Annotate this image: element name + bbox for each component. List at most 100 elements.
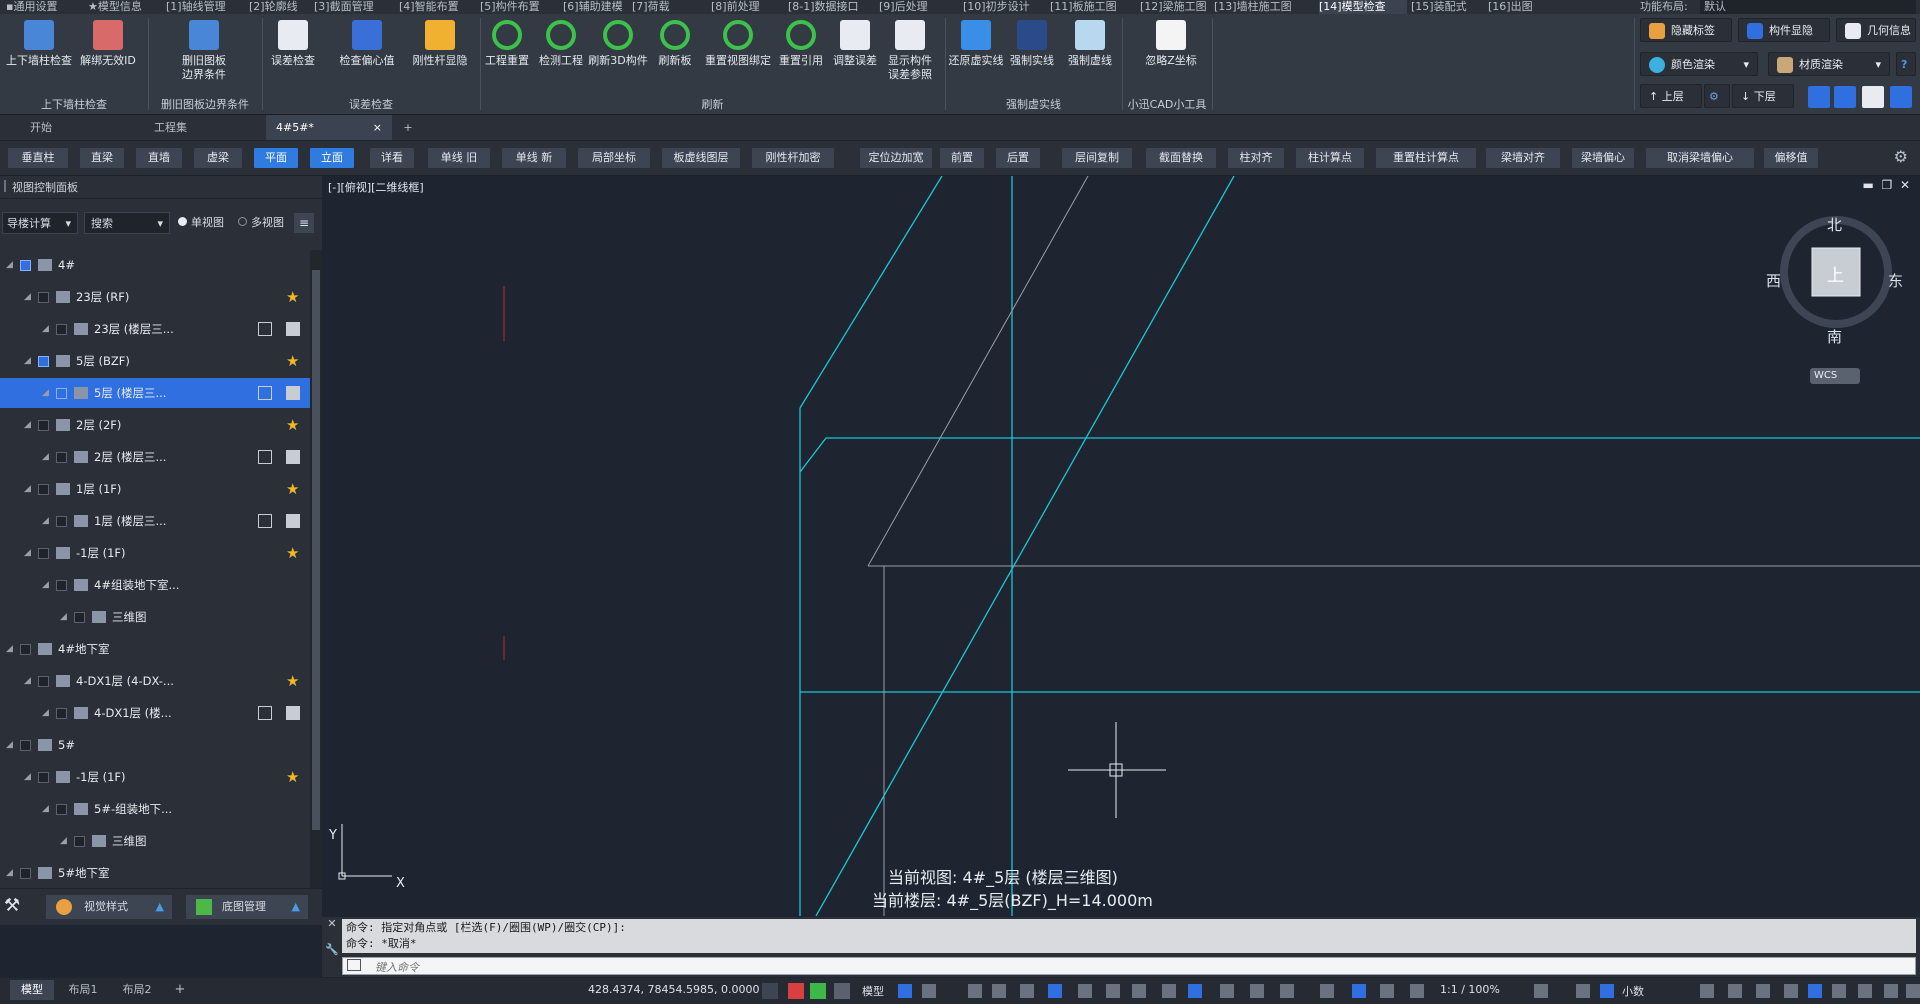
toolbar-button-0[interactable]: 垂直柱 [8, 148, 68, 168]
ribbon-button-0[interactable]: 上下墙柱检查 [2, 20, 76, 68]
toolbar-button-4[interactable]: 平面 [254, 148, 298, 168]
menu-item-7[interactable]: [6]辅助建模 [563, 0, 627, 14]
status-toggle-icon[interactable] [968, 984, 982, 998]
expand-icon[interactable]: ◢ [6, 858, 13, 888]
expand-icon[interactable]: ◢ [24, 282, 31, 312]
save-icon[interactable] [286, 450, 300, 464]
compass-south[interactable]: 南 [1827, 326, 1842, 347]
compass-north[interactable]: 北 [1827, 214, 1842, 235]
status-toggle-icon[interactable] [898, 984, 912, 998]
tree-item[interactable]: ◢ 5# [0, 730, 310, 760]
calc-dropdown[interactable]: 导楼计算 ▾ [2, 212, 78, 234]
tree-scrollbar[interactable] [310, 250, 322, 890]
toolbar-button-7[interactable]: 单线 旧 [428, 148, 490, 168]
toolbar-button-8[interactable]: 单线 新 [502, 148, 566, 168]
toolbar-button-11[interactable]: 刚性杆加密 [752, 148, 834, 168]
star-icon[interactable]: ★ [286, 538, 299, 568]
ribbon-button-8[interactable]: 刷新3D构件 [586, 20, 650, 68]
status-toggle-icon[interactable] [1534, 984, 1548, 998]
expand-icon[interactable]: ◢ [24, 666, 31, 696]
tree-item[interactable]: ◢ 23层 (RF) ★ [0, 282, 310, 312]
down-floor-button[interactable]: ↓ 下层 [1732, 84, 1794, 108]
tree-checkbox[interactable] [38, 548, 49, 559]
command-input-box[interactable] [342, 957, 1916, 976]
close-icon[interactable]: ✕ [327, 917, 336, 930]
expand-icon[interactable]: ◢ [42, 378, 49, 408]
select-icon[interactable] [788, 983, 804, 999]
status-toggle-icon[interactable] [1048, 984, 1062, 998]
radio-multi-view[interactable]: 多视图 [238, 212, 284, 234]
save-icon[interactable] [286, 386, 300, 400]
status-toggle-icon[interactable] [1700, 984, 1714, 998]
tree-checkbox[interactable] [20, 740, 31, 751]
tree-checkbox[interactable] [74, 612, 85, 623]
tree-item[interactable]: ◢ 4#地下室 [0, 634, 310, 664]
expand-icon[interactable]: ◢ [6, 730, 13, 760]
tree-item[interactable]: ◢ 三维图 [0, 826, 310, 856]
menu-item-10[interactable]: [8-1]数据接口 [788, 0, 872, 14]
menu-item-18[interactable]: [16]出图 [1488, 0, 1550, 14]
expand-icon[interactable]: ◢ [6, 634, 13, 664]
expand-icon[interactable]: ◢ [60, 826, 67, 856]
edit-icon[interactable] [258, 386, 272, 400]
menu-item-13[interactable]: [11]板施工图 [1050, 0, 1136, 14]
toolbar-button-21[interactable]: 梁墙偏心 [1572, 148, 1634, 168]
expand-icon[interactable]: ◢ [42, 314, 49, 344]
status-toggle-icon[interactable] [1884, 984, 1898, 998]
menu-item-3[interactable]: [2]轮廓线 [249, 0, 309, 14]
ribbon-button-13[interactable]: 显示构件 误差参照 [880, 20, 940, 82]
ribbon-button-12[interactable]: 调整误差 [828, 20, 882, 68]
help-button[interactable]: ? [1896, 52, 1916, 76]
ribbon-button-14[interactable]: 还原虚实线 [946, 20, 1006, 68]
ribbon-button-2[interactable]: 删旧图板 边界条件 [152, 20, 256, 82]
toolbar-button-1[interactable]: 直梁 [80, 148, 124, 168]
tree-item[interactable]: ◢ 4-DX1层 (4-DX-... ★ [0, 666, 310, 696]
add-layout-button[interactable]: + [172, 980, 188, 1000]
gear-icon[interactable]: ⚙ [1894, 147, 1908, 166]
edit-icon[interactable] [258, 450, 272, 464]
toolbar-button-2[interactable]: 直墙 [136, 148, 182, 168]
base-map-button[interactable]: 底图管理 ▲ [186, 895, 308, 919]
toolbar-button-17[interactable]: 柱对齐 [1228, 148, 1284, 168]
tree-checkbox[interactable] [56, 708, 67, 719]
ribbon-button-7[interactable]: 检测工程 [534, 20, 588, 68]
ribbon-button-9[interactable]: 刷新板 [648, 20, 702, 68]
tree-item[interactable]: ◢ 4# [0, 250, 310, 280]
tab-start[interactable]: 开始 [0, 115, 140, 140]
star-icon[interactable]: ★ [286, 282, 299, 312]
tab-project-set[interactable]: 工程集 [140, 115, 266, 140]
menu-icon[interactable]: ≡ [294, 213, 314, 233]
toolbar-button-10[interactable]: 板虚线图层 [662, 148, 740, 168]
status-toggle-icon[interactable] [1220, 984, 1234, 998]
search-dropdown[interactable]: 搜索 ▾ [84, 212, 170, 234]
toolbar-button-5[interactable]: 立面 [310, 148, 354, 168]
toolbar-button-9[interactable]: 局部坐标 [578, 148, 650, 168]
toolbar-button-3[interactable]: 虚梁 [194, 148, 242, 168]
expand-icon[interactable]: ◢ [24, 410, 31, 440]
expand-icon[interactable]: ◢ [60, 602, 67, 632]
tree-item[interactable]: ◢ -1层 (1F) ★ [0, 762, 310, 792]
model-tab[interactable]: 模型 [10, 980, 54, 1000]
expand-icon[interactable]: ◢ [42, 570, 49, 600]
toolbar-button-14[interactable]: 后置 [996, 148, 1040, 168]
units-dropdown[interactable]: 小数 [1622, 983, 1644, 999]
toolbar-button-16[interactable]: 截面替换 [1146, 148, 1216, 168]
toolbar-button-15[interactable]: 层间复制 [1062, 148, 1132, 168]
menu-item-15[interactable]: [13]墙柱施工图 [1214, 0, 1314, 14]
status-toggle-icon[interactable] [1808, 984, 1822, 998]
layout1-tab[interactable]: 布局1 [60, 980, 106, 1000]
tree-checkbox[interactable] [38, 292, 49, 303]
status-toggle-icon[interactable] [1576, 984, 1590, 998]
menu-item-0[interactable]: ▪通用设置 [6, 0, 80, 14]
status-toggle-icon[interactable] [1756, 984, 1770, 998]
menu-item-8[interactable]: [7]荷载 [632, 0, 704, 14]
material-render-dropdown[interactable]: 材质渲染 ▾ [1768, 52, 1890, 76]
star-icon[interactable]: ★ [286, 346, 299, 376]
scrollbar-thumb[interactable] [312, 270, 320, 830]
wrench-icon[interactable]: 🔧 [325, 943, 339, 956]
expand-icon[interactable]: ◢ [42, 506, 49, 536]
menu-item-5[interactable]: [4]智能布置 [399, 0, 475, 14]
status-toggle-icon[interactable] [1858, 984, 1872, 998]
expand-icon[interactable]: ◢ [42, 442, 49, 472]
tab-4-5[interactable]: 4#5#* × [266, 115, 392, 140]
